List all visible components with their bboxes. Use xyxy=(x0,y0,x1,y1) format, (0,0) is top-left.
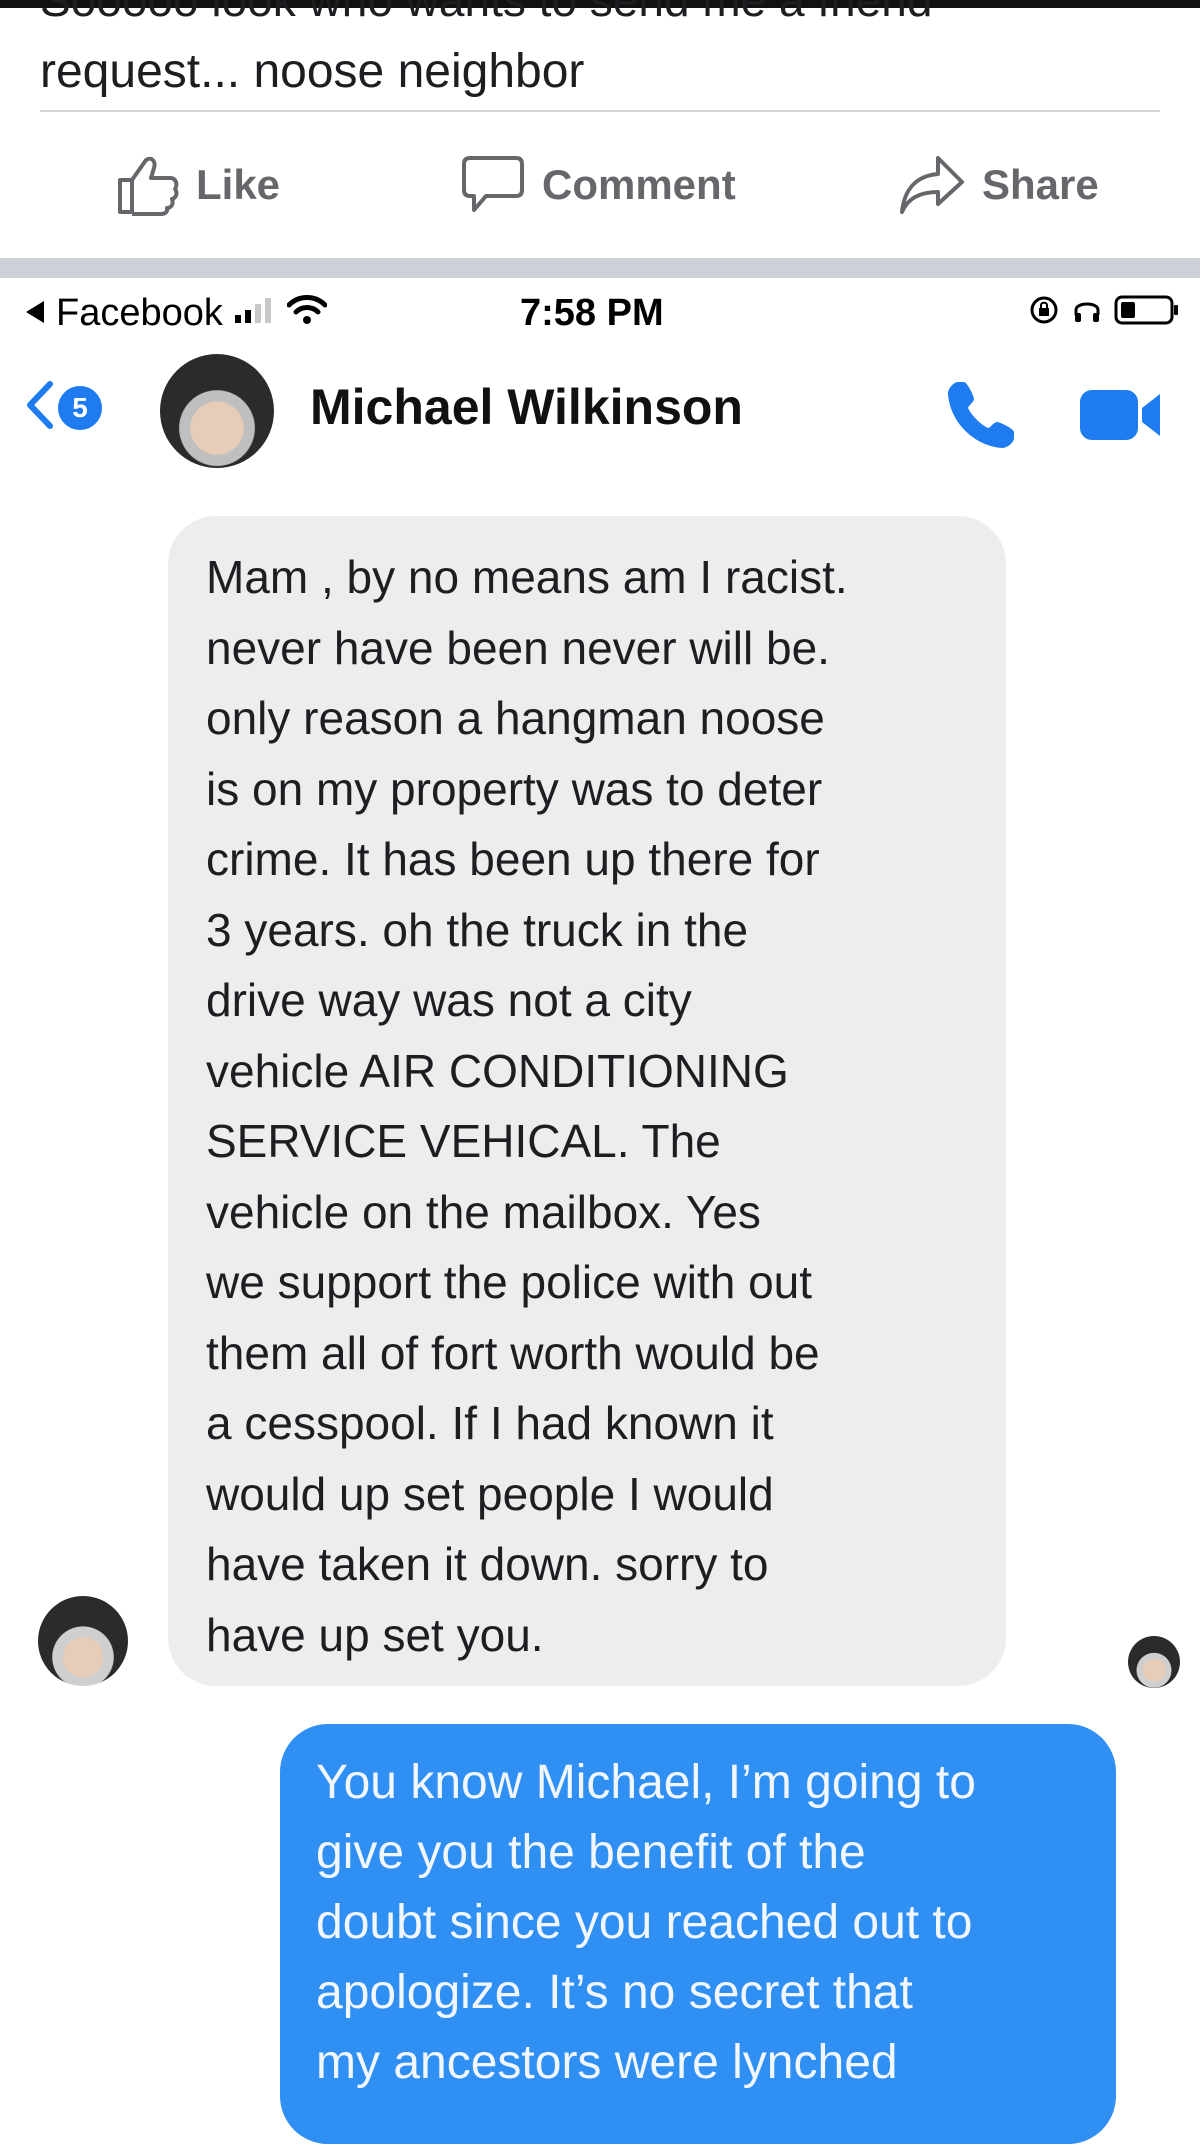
status-time: 7:58 PM xyxy=(520,292,664,334)
incoming-message-text: Mam , by no means am I racist. never hav… xyxy=(206,551,848,1661)
status-right-icons xyxy=(1028,294,1180,331)
comment-label: Comment xyxy=(542,161,736,208)
phone-icon[interactable] xyxy=(940,376,1020,461)
unread-count-badge: 5 xyxy=(58,385,102,430)
video-camera-icon[interactable] xyxy=(1076,384,1166,451)
speech-bubble-icon xyxy=(460,154,526,216)
messenger-chat-header: 5 Michael Wilkinson xyxy=(0,350,1200,470)
thumbs-up-icon xyxy=(116,154,180,216)
post-text-cut-line: Sooooo look who wants to send me a frien… xyxy=(40,0,933,26)
back-app-label: Facebook xyxy=(56,292,223,334)
back-triangle-icon xyxy=(24,292,46,335)
section-separator xyxy=(0,258,1200,278)
back-chevron-icon xyxy=(24,380,54,435)
post-divider xyxy=(40,110,1160,112)
contact-avatar[interactable] xyxy=(160,354,274,468)
back-button[interactable]: 5 xyxy=(24,380,102,435)
sender-avatar[interactable] xyxy=(38,1596,128,1686)
headphones-icon xyxy=(1072,295,1102,330)
contact-name[interactable]: Michael Wilkinson xyxy=(310,378,743,436)
outgoing-message-text: You know Michael, I’m going to give you … xyxy=(316,1756,976,2089)
read-receipt-avatar xyxy=(1128,1636,1180,1688)
post-text: request... noose neighbor xyxy=(40,45,585,98)
share-arrow-icon xyxy=(898,154,966,216)
like-button[interactable]: Like xyxy=(116,140,280,230)
phone-status-bar: Facebook 7:58 PM xyxy=(0,278,1200,348)
wifi-icon xyxy=(286,292,328,335)
like-label: Like xyxy=(196,161,281,208)
share-label: Share xyxy=(982,161,1099,208)
post-actions-bar: Like Comment Share xyxy=(0,140,1200,230)
back-to-app[interactable]: Facebook xyxy=(24,292,328,335)
comment-button[interactable]: Comment xyxy=(460,140,736,230)
share-button[interactable]: Share xyxy=(898,140,1099,230)
battery-icon xyxy=(1114,294,1180,331)
lock-rotation-icon xyxy=(1028,294,1060,331)
signal-bars-icon xyxy=(233,292,277,335)
